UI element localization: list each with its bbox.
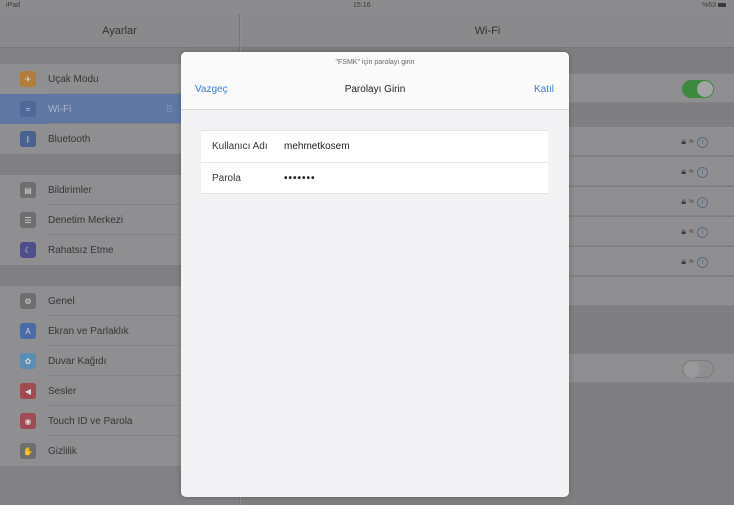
network-icons: 🔒︎≈ i	[681, 136, 708, 148]
sidebar-item-label: Touch ID ve Parola	[48, 415, 133, 427]
info-icon[interactable]: i	[697, 197, 708, 208]
battery-icon	[718, 3, 726, 8]
dialog-header: "FSMK" için parolayı girin Vazgeç Parola…	[181, 52, 569, 110]
settings-title: Ayarlar	[0, 14, 239, 48]
sidebar-item-label: Genel	[48, 295, 75, 307]
info-icon[interactable]: i	[697, 227, 708, 238]
sidebar-item-label: Denetim Merkezi	[48, 214, 124, 226]
sidebar-item-label: Bluetooth	[48, 133, 91, 145]
wifi-toggle[interactable]	[682, 80, 714, 98]
general-gear-icon: ⚙	[20, 293, 36, 309]
sidebar-item-label: Gizlilik	[48, 445, 77, 457]
sidebar-item-label: Bildirimler	[48, 184, 92, 196]
status-time: 15:16	[353, 2, 371, 9]
network-icons: 🔒︎≈ i	[681, 166, 708, 178]
touch-id-icon: ◉	[20, 413, 36, 429]
display-brightness-icon: A	[20, 323, 36, 339]
network-icons: 🔒︎≈ i	[681, 256, 708, 268]
wifi-signal-icon: ≈	[689, 136, 697, 146]
username-input[interactable]: mehmetkosem	[284, 141, 350, 152]
control-center-icon: ☰	[20, 212, 36, 228]
wifi-signal-icon: ≈	[689, 256, 697, 266]
sidebar-item-label: Wi-Fi	[48, 103, 72, 115]
info-icon[interactable]: i	[697, 167, 708, 178]
info-icon[interactable]: i	[697, 137, 708, 148]
password-label: Parola	[212, 172, 241, 184]
sidebar-item-label: Sesler	[48, 385, 77, 397]
sounds-icon: ◀	[20, 383, 36, 399]
credentials-form: Kullanıcı Adı mehmetkosem Parola •••••••	[201, 130, 548, 194]
wifi-signal-icon: ≈	[689, 196, 697, 206]
ask-to-join-toggle[interactable]	[682, 360, 714, 378]
wifi-title: Wi-Fi	[241, 14, 734, 48]
battery-percent: %63	[701, 2, 716, 9]
password-field[interactable]: Parola •••••••	[201, 162, 548, 193]
network-icons: 🔒︎≈ i	[681, 226, 708, 238]
password-dialog: "FSMK" için parolayı girin Vazgeç Parola…	[181, 52, 569, 497]
toggle-knob	[697, 81, 713, 97]
do-not-disturb-icon: ☾	[20, 242, 36, 258]
info-icon[interactable]: i	[697, 257, 708, 268]
username-label: Kullanıcı Adı	[212, 141, 268, 152]
status-bar: iPad 15:16 %63	[0, 0, 734, 14]
wifi-signal-icon: ≈	[689, 226, 697, 236]
airplane-icon: ✈	[20, 71, 36, 87]
sidebar-item-value: B	[166, 103, 173, 115]
join-button[interactable]: Katıl	[534, 84, 554, 95]
sidebar-item-label: Duvar Kağıdı	[48, 355, 107, 367]
privacy-icon: ✋	[20, 443, 36, 459]
password-input[interactable]: •••••••	[284, 173, 316, 184]
wallpaper-icon: ✿	[20, 353, 36, 369]
dialog-prompt: "FSMK" için parolayı girin	[335, 59, 415, 66]
network-icons: 🔒︎≈ i	[681, 196, 708, 208]
wifi-signal-icon: ≈	[689, 166, 697, 176]
device-name: iPad	[6, 2, 21, 9]
dialog-title: Parolayı Girin	[344, 84, 406, 95]
username-field[interactable]: Kullanıcı Adı mehmetkosem	[201, 131, 548, 162]
notifications-icon: ▤	[20, 182, 36, 198]
bluetooth-icon: ᛒ	[20, 131, 36, 147]
toggle-knob	[684, 362, 700, 378]
battery-indicator: %63	[702, 2, 726, 9]
sidebar-item-label: Uçak Modu	[48, 73, 99, 85]
wifi-icon: ≈	[20, 101, 36, 117]
sidebar-item-label: Rahatsız Etme	[48, 244, 114, 256]
sidebar-item-label: Ekran ve Parlaklık	[48, 325, 129, 337]
